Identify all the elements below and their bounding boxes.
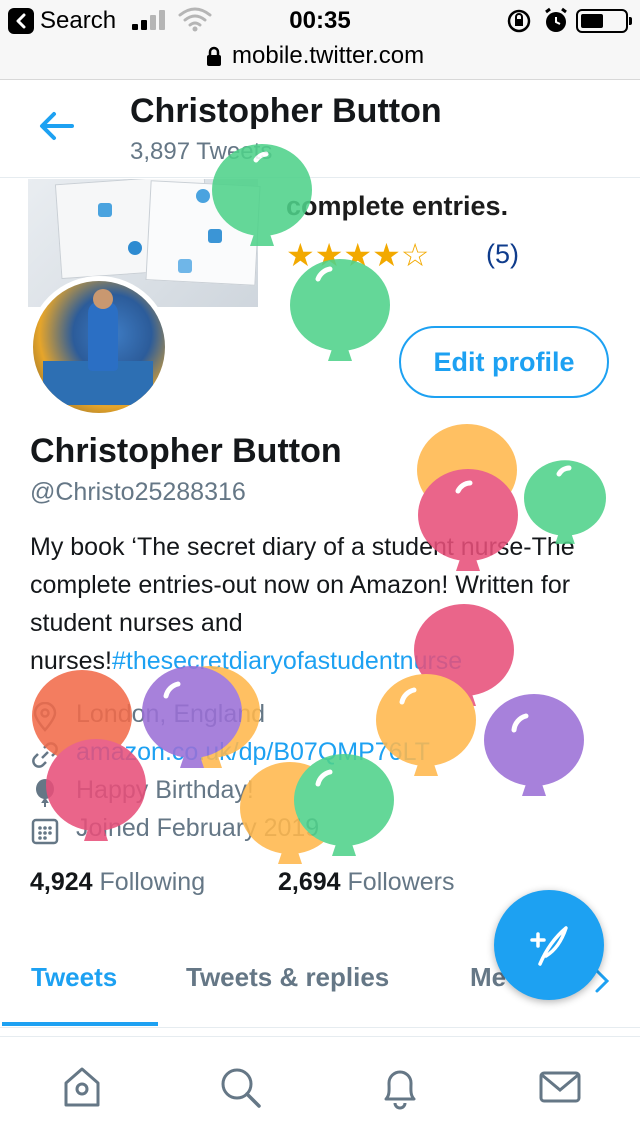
calendar-icon	[31, 818, 59, 845]
banner-caption: complete entries.	[286, 191, 509, 221]
followers-link[interactable]: 2,694 Followers	[278, 868, 455, 897]
tab-tweets[interactable]: Tweets	[31, 962, 117, 993]
bell-icon[interactable]	[376, 1063, 424, 1111]
followers-label: Followers	[347, 868, 455, 896]
bottom-navigation	[0, 1036, 640, 1136]
address-bar[interactable]: mobile.twitter.com	[0, 40, 640, 80]
alarm-icon	[545, 7, 567, 32]
home-icon[interactable]	[58, 1063, 106, 1111]
header-title: Christopher Button	[130, 92, 442, 130]
bio-hashtag-link[interactable]: #thesecretdiaryofastudentnurse	[112, 647, 462, 675]
battery-icon	[576, 9, 632, 33]
edit-profile-button[interactable]: Edit profile	[399, 326, 609, 398]
balloon-icon	[36, 779, 54, 807]
padlock-icon	[207, 46, 221, 66]
tweet-count: 3,897 Tweets	[130, 138, 273, 165]
following-link[interactable]: 4,924 Following	[30, 868, 205, 897]
profile-header-bar: Christopher Button 3,897 Tweets	[0, 80, 640, 178]
arrow-left-icon[interactable]	[38, 110, 76, 142]
search-icon[interactable]	[216, 1063, 264, 1111]
url-text[interactable]: mobile.twitter.com	[232, 42, 424, 70]
tab-tweets-replies[interactable]: Tweets & replies	[186, 962, 389, 993]
rating-count: (5)	[486, 239, 519, 269]
link-icon	[32, 742, 58, 768]
rotation-lock-icon	[507, 9, 531, 33]
rating-stars: ★★★★☆	[286, 237, 430, 273]
followers-count: 2,694	[278, 868, 341, 896]
joined-text: Joined February 2019	[76, 814, 320, 842]
following-label: Following	[99, 868, 206, 896]
balloon-orange-4	[240, 762, 340, 864]
profile-name: Christopher Button	[30, 432, 342, 470]
birthday-text: Happy Birthday!	[76, 776, 254, 804]
location-text: London, England	[76, 700, 266, 728]
location-pin-icon	[33, 702, 57, 732]
following-count: 4,924	[30, 868, 93, 896]
balloon-orange-1	[417, 424, 517, 526]
status-bar: Search 00:35	[0, 0, 640, 40]
profile-bio: My book ‘The secret diary of a student n…	[30, 528, 610, 680]
compose-tweet-icon	[530, 926, 568, 966]
mail-icon[interactable]	[536, 1063, 584, 1111]
active-tab-indicator	[2, 1022, 158, 1026]
avatar[interactable]	[28, 276, 170, 418]
website-link[interactable]: amazon.co.uk/dp/B07QMP76LT	[76, 738, 430, 767]
profile-handle: @Christo25288316	[30, 478, 246, 506]
balloon-purple-1	[484, 694, 584, 796]
compose-tweet-button[interactable]	[494, 890, 604, 1000]
